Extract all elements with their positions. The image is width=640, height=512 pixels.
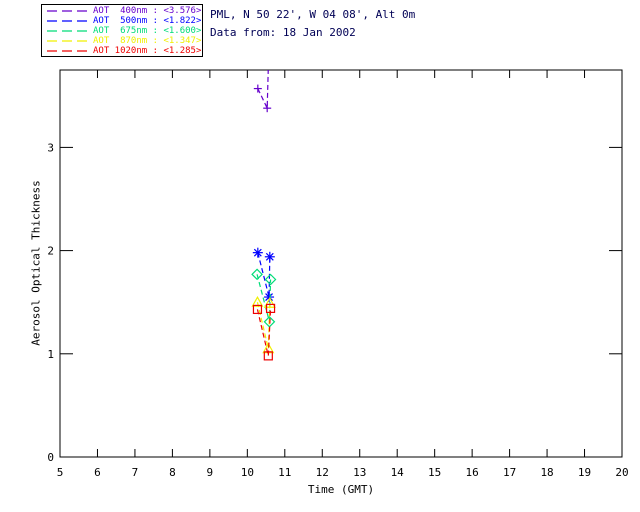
y-tick-label: 2 xyxy=(47,245,54,258)
x-tick-label: 15 xyxy=(428,466,441,479)
y-tick-label: 0 xyxy=(47,451,54,464)
x-tick-label: 7 xyxy=(132,466,139,479)
x-tick-label: 10 xyxy=(241,466,254,479)
plot-page: AOT 400nm : <3.576> AOT 500nm : <1.822> AO… xyxy=(0,0,640,512)
x-axis-label: Time (GMT) xyxy=(308,483,374,496)
x-tick-label: 9 xyxy=(207,466,214,479)
x-tick-label: 16 xyxy=(466,466,479,479)
x-tick-label: 8 xyxy=(169,466,176,479)
x-tick-label: 19 xyxy=(578,466,591,479)
x-tick-label: 5 xyxy=(57,466,64,479)
axes: 5 6 7 8 9 10 11 12 13 14 15 16 17 18 19 200123 xyxy=(47,69,629,479)
x-tick-label: 14 xyxy=(391,466,405,479)
x-tick-label: 13 xyxy=(353,466,366,479)
y-tick-label: 3 xyxy=(47,141,54,154)
x-tick-label: 20 xyxy=(615,466,628,479)
x-tick-label: 12 xyxy=(316,466,329,479)
x-tick-label: 17 xyxy=(503,466,516,479)
y-tick-label: 1 xyxy=(47,348,54,361)
x-tick-label: 6 xyxy=(94,466,101,479)
x-tick-label: 11 xyxy=(278,466,291,479)
aot-time-chart: 5 6 7 8 9 10 11 12 13 14 15 16 17 18 19 200123Time (GMT… xyxy=(47,69,629,496)
series-1020nm xyxy=(252,303,276,361)
x-tick-label: 18 xyxy=(540,466,553,479)
